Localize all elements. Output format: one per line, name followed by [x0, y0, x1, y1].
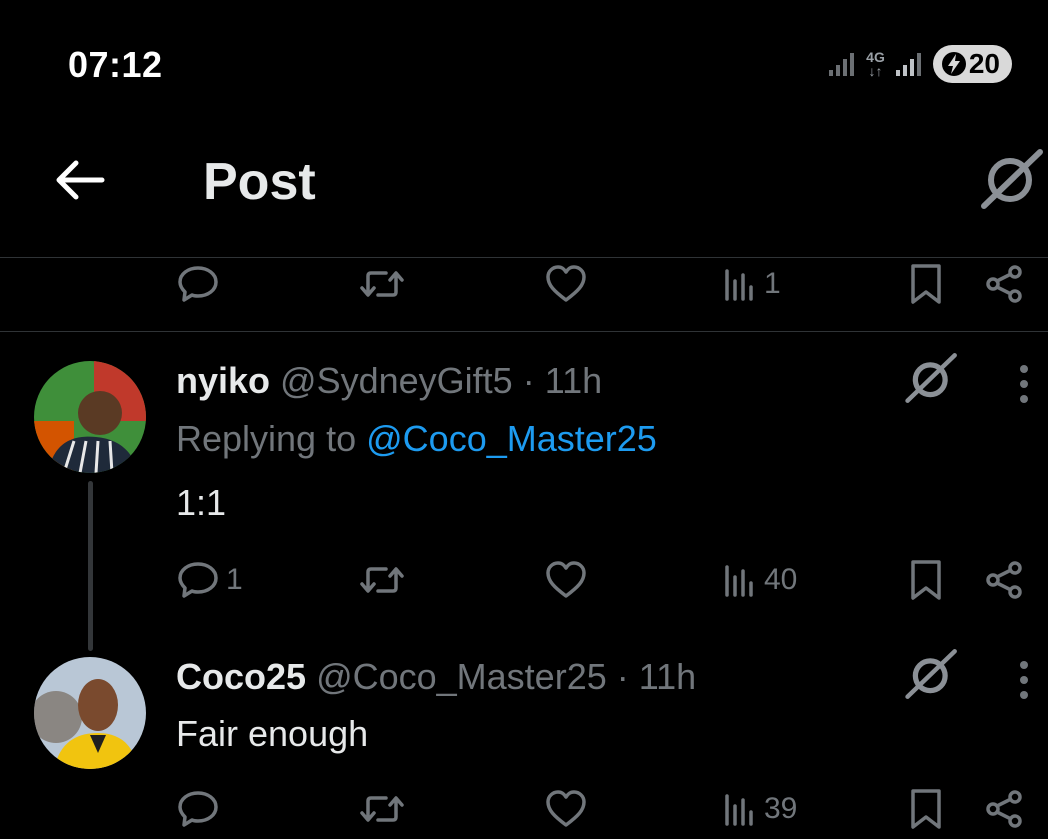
battery-indicator: 20 [932, 45, 1012, 83]
status-icons: 4G ↓↑ 20 [828, 44, 1012, 84]
like-button[interactable] [544, 779, 588, 839]
like-icon [546, 561, 586, 598]
like-icon [546, 265, 586, 302]
post-divider [0, 331, 1048, 332]
reply-icon [178, 791, 218, 827]
views-count: 1 [764, 267, 781, 300]
share-button[interactable] [984, 779, 1024, 839]
network-indicator: 4G ↓↑ [866, 50, 885, 78]
signal-icon [829, 53, 855, 76]
user-handle[interactable]: @SydneyGift5 [280, 360, 513, 401]
reply-button[interactable] [176, 254, 220, 314]
views-icon [725, 269, 753, 301]
views-icon [725, 565, 753, 597]
status-time: 07:12 [68, 44, 163, 85]
views-button[interactable]: 1 [724, 254, 781, 314]
views-button[interactable]: 39 [724, 779, 797, 839]
avatar-image [34, 361, 146, 473]
tweet-action-bar: 39 [0, 779, 1048, 839]
reply-icon [178, 266, 218, 302]
grok-button[interactable] [904, 350, 960, 406]
separator: · [522, 360, 535, 401]
grok-icon [981, 149, 1043, 209]
post-time: 11h [544, 360, 603, 401]
grok-button[interactable] [980, 146, 1044, 210]
reply-icon [178, 562, 218, 598]
post-time: 11h [638, 656, 697, 697]
bookmark-icon [911, 264, 941, 304]
back-button[interactable] [52, 155, 108, 205]
replying-to: Replying to @Coco_Master25 [176, 418, 657, 460]
avatar[interactable] [34, 361, 146, 473]
share-button[interactable] [984, 550, 1024, 610]
tweet-text: 1:1 [176, 482, 227, 523]
bookmark-button[interactable] [908, 550, 944, 610]
tweet-text: Fair enough [176, 713, 369, 754]
repost-button[interactable] [358, 254, 406, 314]
grok-icon [905, 353, 957, 403]
avatar-image [34, 657, 146, 769]
more-button[interactable] [1012, 658, 1036, 702]
separator: · [616, 656, 629, 697]
repost-button[interactable] [358, 779, 406, 839]
views-count: 40 [764, 563, 798, 596]
more-button[interactable] [1012, 362, 1036, 406]
back-arrow-icon [56, 160, 105, 200]
repost-icon [360, 796, 404, 822]
repost-button[interactable] [358, 550, 406, 610]
avatar[interactable] [34, 657, 146, 769]
views-icon [725, 794, 753, 826]
views-button[interactable]: 40 [724, 550, 797, 610]
views-count: 39 [764, 792, 798, 825]
tweet-header: Coco25 @Coco_Master25 · 11h [176, 656, 696, 698]
grok-icon [905, 649, 957, 699]
bookmark-button[interactable] [908, 779, 944, 839]
tweet-action-bar: 1 40 [0, 550, 1048, 610]
grok-button[interactable] [904, 646, 960, 702]
replying-to-handle[interactable]: @Coco_Master25 [366, 418, 657, 459]
replying-to-label: Replying to [176, 418, 357, 459]
post-action-bar: 1 [0, 254, 1048, 314]
reply-button[interactable]: 1 [176, 550, 243, 610]
repost-icon [360, 271, 404, 297]
bookmark-icon [911, 789, 941, 829]
share-icon [986, 265, 1022, 303]
bookmark-button[interactable] [908, 254, 944, 314]
battery-level: 20 [968, 48, 1000, 79]
data-arrows-icon: ↓↑ [868, 63, 883, 79]
share-icon [986, 790, 1022, 828]
user-handle[interactable]: @Coco_Master25 [316, 656, 607, 697]
share-icon [986, 561, 1022, 599]
display-name[interactable]: Coco25 [176, 656, 306, 697]
like-button[interactable] [544, 254, 588, 314]
repost-icon [360, 567, 404, 593]
tweet-header: nyiko @SydneyGift5 · 11h [176, 360, 602, 402]
more-icon [1020, 661, 1028, 699]
like-button[interactable] [544, 550, 588, 610]
battery-charging-icon [941, 52, 966, 76]
like-icon [546, 790, 586, 827]
network-type: 4G [866, 49, 885, 65]
signal-icon [895, 53, 921, 76]
display-name[interactable]: nyiko [176, 360, 270, 401]
reply-count: 1 [226, 563, 243, 596]
reply-button[interactable] [176, 779, 220, 839]
page-title: Post [203, 153, 316, 211]
more-icon [1020, 365, 1028, 403]
share-button[interactable] [984, 254, 1024, 314]
bookmark-icon [911, 560, 941, 600]
